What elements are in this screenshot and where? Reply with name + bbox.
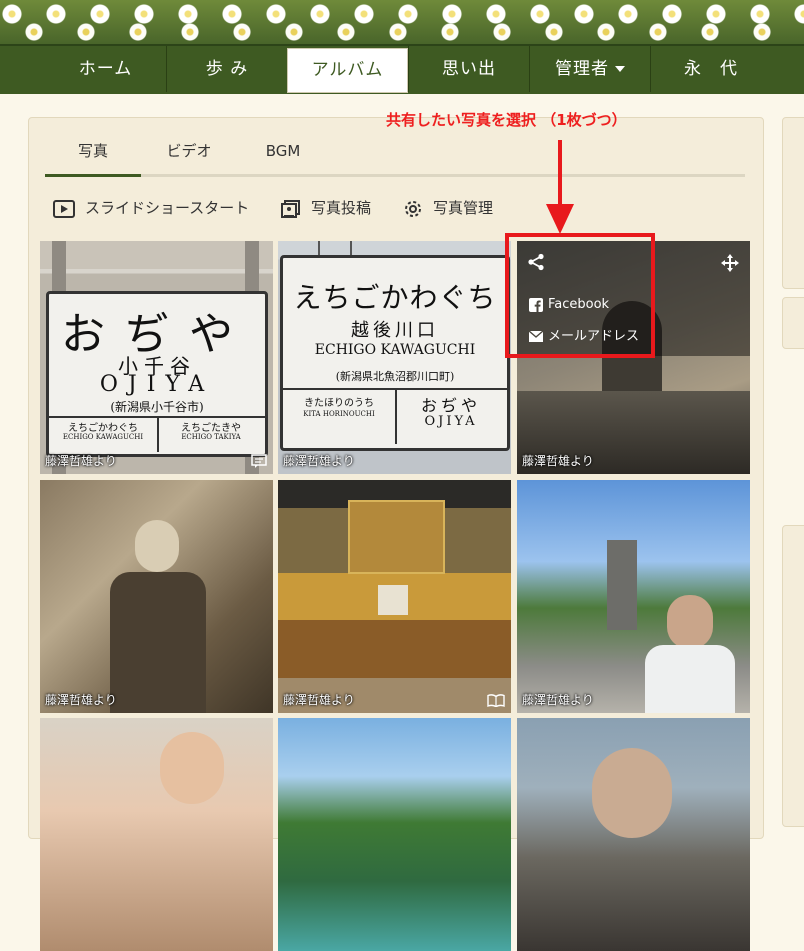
photo-thumbnail[interactable]: [517, 718, 750, 951]
station-sign: おぢや 小千谷 OJIYA (新潟県小千谷市) えちごかわぐち ECHIGO K…: [46, 291, 268, 457]
move-icon[interactable]: [720, 253, 740, 273]
comment-icon[interactable]: [251, 454, 267, 468]
nav-label: 歩 み: [205, 59, 249, 79]
instruction-annotation: 共有したい写真を選択 （1枚づつ）: [386, 111, 627, 129]
tab-label: ビデオ: [166, 142, 212, 160]
nav-item-admin[interactable]: 管理者: [529, 46, 650, 92]
chevron-down-icon: [615, 66, 625, 72]
photo-figure: [110, 572, 206, 713]
photo-thumbnail[interactable]: 藤澤哲雄より: [278, 480, 511, 713]
sign-main-text: えちごかわぐち: [293, 281, 497, 314]
sign-right-name: えちごたきや: [181, 423, 241, 434]
nav-label: 管理者: [555, 59, 609, 79]
nav-item-album[interactable]: アルバム: [287, 48, 408, 93]
photo-figure: [667, 595, 713, 649]
sign-left-romaji: KITA HORINOUCHI: [303, 410, 375, 418]
nav-item-memories[interactable]: 思い出: [408, 46, 529, 92]
play-icon: [53, 199, 75, 218]
photo-thumbnail[interactable]: [278, 718, 511, 951]
photo-caption: 藤澤哲雄より: [522, 454, 594, 468]
station-sign: えちごかわぐち 越後川口 ECHIGO KAWAGUCHI (新潟県北魚沼郡川口…: [280, 255, 510, 451]
side-card: [782, 297, 804, 349]
nav-label: アルバム: [311, 60, 384, 80]
sign-left-name: きたほりのうち: [304, 398, 374, 409]
photo-figure: [592, 748, 672, 838]
photo-caption: 藤澤哲雄より: [283, 454, 355, 468]
sign-kanji: 越後川口: [351, 320, 439, 341]
nav-label: ホーム: [78, 59, 133, 79]
album-tabs: 写真 ビデオ BGM: [45, 138, 745, 177]
photo-caption: 藤澤哲雄より: [283, 693, 355, 707]
nav-item-history[interactable]: 歩 み: [166, 46, 287, 92]
photo-caption: 藤澤哲雄より: [45, 693, 117, 707]
side-card: [782, 117, 804, 289]
photo-portrait: [378, 585, 408, 615]
tab-videos[interactable]: ビデオ: [157, 138, 221, 174]
slideshow-label: スライドショースタート: [85, 199, 250, 217]
photo-caption: 藤澤哲雄より: [522, 693, 594, 707]
book-icon[interactable]: [487, 694, 505, 707]
slideshow-button[interactable]: スライドショースタート: [53, 196, 249, 220]
gear-icon: [405, 200, 421, 217]
side-card: [782, 525, 804, 827]
photo-thumbnail[interactable]: えちごかわぐち 越後川口 ECHIGO KAWAGUCHI (新潟県北魚沼郡川口…: [278, 241, 511, 474]
photo-figure: [645, 645, 735, 713]
photo-caption: 藤澤哲雄より: [45, 454, 117, 468]
upload-label: 写真投稿: [311, 199, 372, 217]
photo-figure: [160, 732, 224, 804]
sign-left-romaji: ECHIGO KAWAGUCHI: [62, 433, 144, 441]
tab-bgm[interactable]: BGM: [253, 138, 313, 174]
photo-thumbnail[interactable]: 藤澤哲雄より: [517, 480, 750, 713]
nav-item-eternal[interactable]: 永 代: [650, 46, 771, 92]
highlight-box: [505, 233, 655, 358]
sign-right-name: おぢや: [420, 396, 481, 415]
sign-left-name: えちごかわぐち: [68, 423, 138, 434]
tab-photos[interactable]: 写真: [45, 138, 141, 177]
tab-label: 写真: [77, 142, 108, 160]
photo-monument: [607, 540, 637, 630]
sign-right-romaji: OJIYA: [424, 414, 478, 429]
header-banner-image: [0, 0, 804, 44]
tab-label: BGM: [265, 142, 301, 160]
sign-romaji: ECHIGO KAWAGUCHI: [314, 342, 476, 358]
photo-thumbnail[interactable]: 藤澤哲雄より: [40, 480, 273, 713]
sign-right-romaji: ECHIGO TAKIYA: [181, 433, 241, 441]
main-nav: ホーム 歩 み アルバム 思い出 管理者 永 代: [0, 44, 804, 94]
nav-label: 思い出: [442, 59, 496, 79]
photo-thumbnail[interactable]: [40, 718, 273, 951]
arrow-down-icon: [546, 140, 574, 234]
manage-label: 写真管理: [433, 199, 494, 217]
photo-figure: [135, 520, 179, 572]
photo-thumbnail[interactable]: おぢや 小千谷 OJIYA (新潟県小千谷市) えちごかわぐち ECHIGO K…: [40, 241, 273, 474]
sign-romaji: OJIYA: [99, 372, 215, 397]
manage-photos-button[interactable]: 写真管理: [403, 196, 493, 220]
photo-upload-icon: [281, 199, 300, 218]
nav-item-home[interactable]: ホーム: [45, 46, 166, 92]
sign-address: (新潟県北魚沼郡川口町): [335, 370, 455, 383]
nav-label: 永 代: [684, 59, 738, 79]
sign-address: (新潟県小千谷市): [110, 400, 204, 414]
upload-photo-button[interactable]: 写真投稿: [281, 196, 371, 220]
photo-altar: [348, 500, 445, 574]
